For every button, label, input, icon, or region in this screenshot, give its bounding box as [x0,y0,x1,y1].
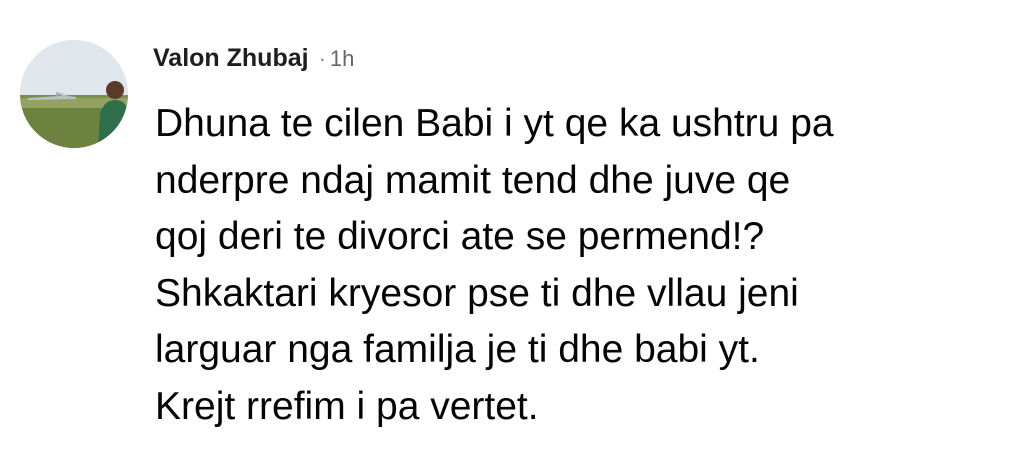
timestamp[interactable]: 1h [330,46,354,72]
avatar[interactable] [20,40,128,148]
comment-header: Valon Zhubaj · 1h [153,44,354,78]
comment-line: larguar nga familja je ti dhe babi yt. [155,328,760,371]
comment-line: qoj deri te divorci ate se permend!? [155,215,765,258]
comment-line: Dhuna te cilen Babi i yt qe ka ushtru pa [155,102,834,145]
comment: Valon Zhubaj · 1h Dhuna te cilen Babi i … [0,0,1024,463]
comment-line: Shkaktari kryesor pse ti dhe vllau jeni [155,271,799,315]
comment-line: Krejt rrefim i pa vertet. [155,384,539,428]
separator-dot: · [318,46,326,71]
author-name[interactable]: Valon Zhubaj [153,44,309,73]
comment-line: nderpre ndaj mamit tend dhe juve qe [155,158,791,202]
comment-text: Dhuna te cilen Babi i yt qe ka ushtru pa… [155,96,1015,435]
profile-photo-icon [20,40,128,148]
